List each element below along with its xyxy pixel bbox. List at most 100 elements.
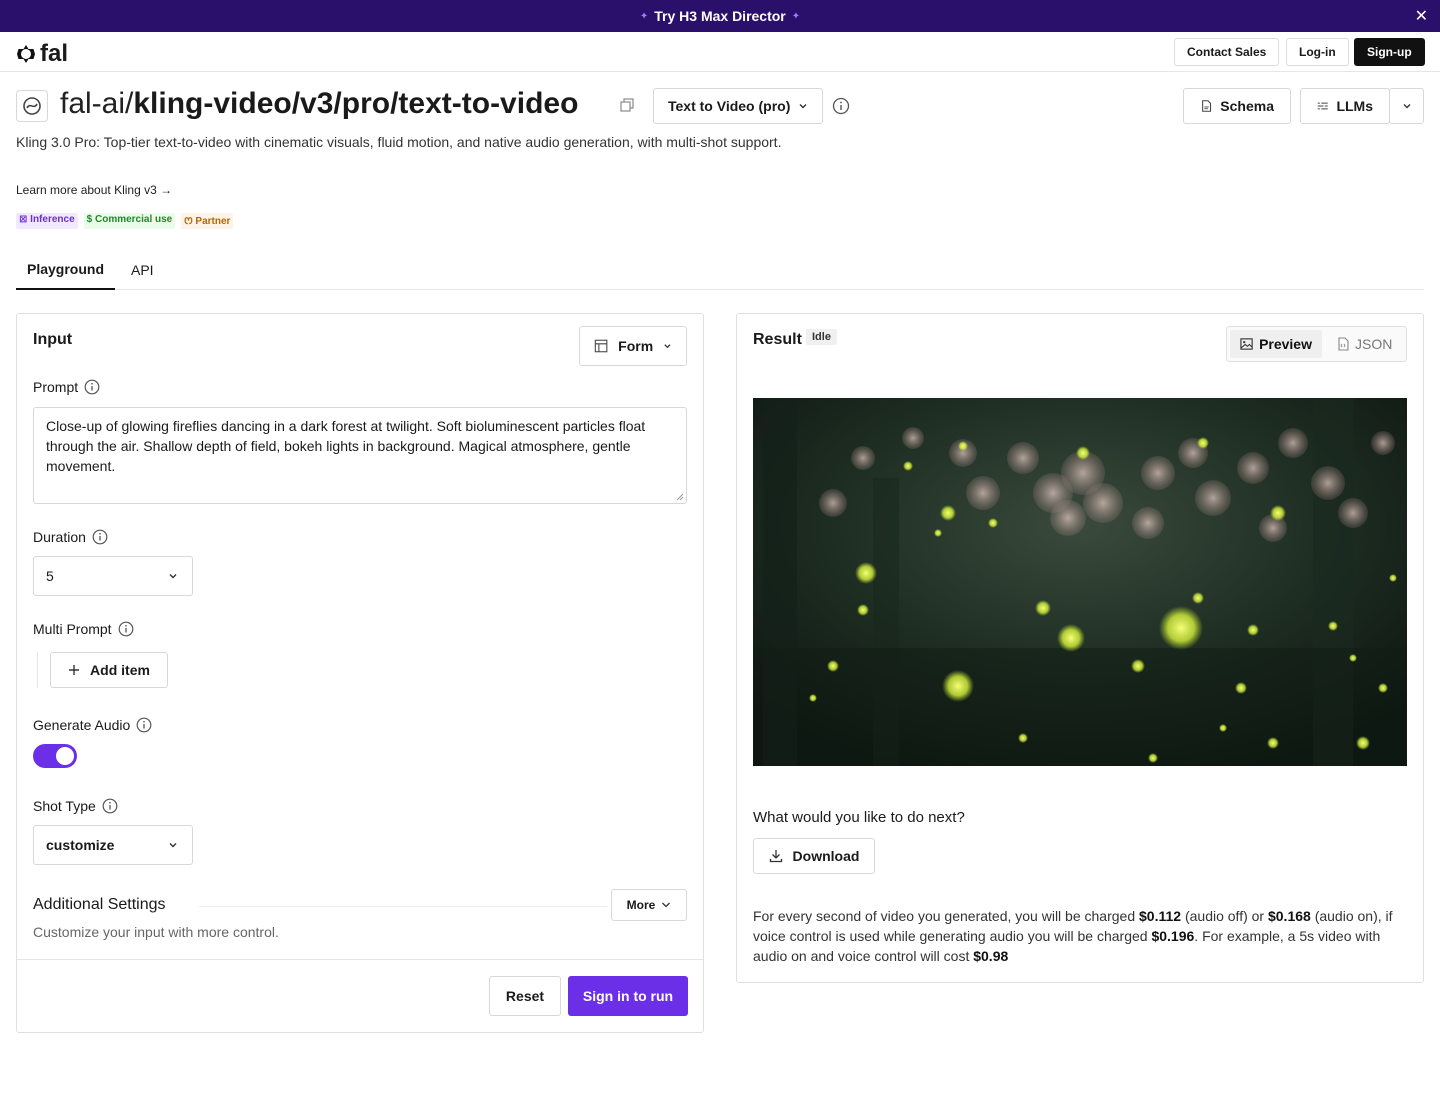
tab-playground[interactable]: Playground <box>16 250 116 290</box>
json-tab-label: JSON <box>1355 336 1393 352</box>
plus-icon <box>69 665 80 675</box>
input-panel-title: Input <box>33 331 73 348</box>
model-tags: ⊠ Inference $ Commercial use ꯁ Partner <box>16 213 234 229</box>
more-button[interactable]: More <box>611 889 687 921</box>
close-icon[interactable]: ✕ <box>1415 6 1428 26</box>
fireflies-image <box>753 398 1407 766</box>
result-panel-title: Result <box>753 331 802 348</box>
promo-banner-text[interactable]: Try H3 Max Director <box>654 8 786 24</box>
duration-select[interactable]: 5 <box>33 556 193 596</box>
logo-text: fal <box>40 40 69 67</box>
kling-icon <box>23 97 41 115</box>
llms-icon <box>1317 102 1328 110</box>
info-icon[interactable] <box>136 717 152 733</box>
tag-inference: ⊠ Inference <box>16 213 78 229</box>
generate-audio-toggle[interactable] <box>33 744 77 768</box>
sparkle-icon: ✦ <box>639 10 649 22</box>
form-mode-select[interactable]: Form <box>579 326 687 366</box>
info-icon[interactable] <box>102 798 118 814</box>
chevron-down-icon <box>169 574 177 579</box>
tag-commercial-use: $ Commercial use <box>83 213 176 229</box>
model-icon <box>16 90 48 122</box>
learn-more-link[interactable]: Learn more about Kling v3 → <box>16 183 172 197</box>
learn-more-text: Learn more about Kling v3 <box>16 183 157 197</box>
fal-logo[interactable]: fal <box>16 40 68 68</box>
prompt-label: Prompt <box>33 379 79 395</box>
view-toggle: Preview JSON <box>1226 326 1407 362</box>
contact-sales-button[interactable]: Contact Sales <box>1174 38 1280 66</box>
chevron-down-icon <box>799 104 807 109</box>
generate-audio-label: Generate Audio <box>33 717 131 733</box>
image-icon <box>1240 338 1253 350</box>
price-audio-off: $0.112 <box>1139 908 1182 924</box>
chevron-down-icon <box>169 843 177 848</box>
status-badge: Idle <box>806 329 837 345</box>
sign-in-to-run-button[interactable]: Sign in to run <box>568 976 688 1016</box>
shot-type-select[interactable]: customize <box>33 825 193 865</box>
promo-banner[interactable]: ✦ Try H3 Max Director ✦ ✕ <box>0 0 1440 32</box>
shot-type-value: customize <box>46 837 115 853</box>
model-title: fal-ai/kling-video/v3/pro/text-to-video <box>60 87 578 121</box>
info-icon[interactable] <box>832 97 850 115</box>
multi-prompt-label: Multi Prompt <box>33 621 112 637</box>
chevron-down-icon <box>662 902 671 908</box>
next-step-question: What would you like to do next? <box>753 809 965 826</box>
add-item-label: Add item <box>90 662 150 678</box>
chevron-down-icon <box>1403 104 1410 109</box>
form-mode-value: Form <box>618 338 654 354</box>
llms-dropdown-button[interactable] <box>1389 88 1424 124</box>
download-icon <box>769 850 782 863</box>
download-label: Download <box>792 848 860 864</box>
file-code-icon <box>1338 337 1349 351</box>
tab-api[interactable]: API <box>120 250 165 290</box>
page-tabs: Playground API <box>16 250 1424 290</box>
top-nav: fal Contact Sales Log-in Sign-up <box>0 32 1440 72</box>
divider <box>199 906 607 907</box>
chevron-down-icon <box>664 344 671 349</box>
more-label: More <box>626 898 656 912</box>
duration-label: Duration <box>33 529 86 545</box>
layout-icon <box>594 339 608 353</box>
price-example: $0.98 <box>973 948 1009 964</box>
copy-icon[interactable] <box>620 98 634 112</box>
toggle-knob <box>56 747 74 765</box>
divider <box>17 959 703 960</box>
model-owner: fal-ai/ <box>60 87 134 120</box>
additional-settings-title: Additional Settings <box>33 896 166 913</box>
duration-label-row: Duration <box>33 529 108 545</box>
pricing-info: For every second of video you generated,… <box>753 908 1393 964</box>
shot-type-label-row: Shot Type <box>33 798 118 814</box>
prompt-textarea[interactable]: Close-up of glowing fireflies dancing in… <box>33 407 687 504</box>
llms-label: LLMs <box>1336 98 1373 114</box>
generate-audio-label-row: Generate Audio <box>33 717 152 733</box>
input-panel: Input Form Prompt Close-up of glowing fi… <box>16 313 704 1033</box>
tab-preview[interactable]: Preview <box>1230 330 1322 358</box>
prompt-text: Close-up of glowing fireflies dancing in… <box>46 418 646 474</box>
variant-select[interactable]: Text to Video (pro) <box>653 88 823 124</box>
login-button[interactable]: Log-in <box>1286 38 1349 66</box>
preview-tab-label: Preview <box>1259 336 1312 352</box>
result-preview-video[interactable] <box>753 398 1407 766</box>
tag-partner: ꯁ Partner <box>181 213 234 229</box>
prompt-label-row: Prompt <box>33 379 100 395</box>
download-button[interactable]: Download <box>753 838 875 874</box>
arrow-right-icon: → <box>160 183 173 197</box>
tab-json[interactable]: JSON <box>1327 330 1403 358</box>
llms-button[interactable]: LLMs <box>1300 88 1390 124</box>
fal-logo-icon <box>17 45 35 63</box>
variant-select-value: Text to Video (pro) <box>668 98 791 114</box>
schema-button[interactable]: Schema <box>1183 88 1291 124</box>
info-icon[interactable] <box>118 621 134 637</box>
reset-button[interactable]: Reset <box>489 976 561 1016</box>
add-item-button[interactable]: Add item <box>50 652 168 688</box>
resize-handle-icon[interactable] <box>676 493 684 501</box>
multi-prompt-guide <box>37 652 38 688</box>
sparkle-icon: ✦ <box>791 10 801 22</box>
schema-label: Schema <box>1220 98 1274 114</box>
price-audio-on: $0.168 <box>1267 908 1311 924</box>
signup-button[interactable]: Sign-up <box>1354 38 1425 66</box>
additional-settings-subtitle: Customize your input with more control. <box>33 924 279 940</box>
info-icon[interactable] <box>92 529 108 545</box>
shot-type-label: Shot Type <box>33 798 96 814</box>
info-icon[interactable] <box>84 379 100 395</box>
